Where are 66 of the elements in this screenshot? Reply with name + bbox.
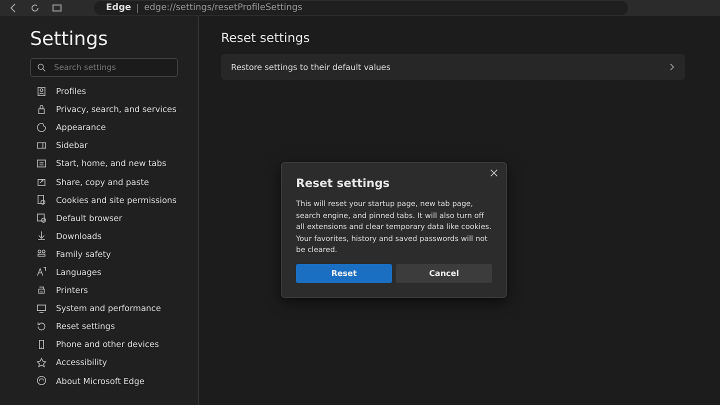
menu-item-icon [36, 212, 47, 224]
menu-item-label: Accessibility [56, 357, 108, 368]
menu-item-icon [36, 266, 47, 278]
menu-item-icon [36, 338, 47, 350]
menu-item-label: Languages [56, 266, 102, 277]
menu-item-label: Start, home, and new tabs [56, 158, 166, 168]
menu-item-label: Default browser [56, 212, 122, 223]
menu-item-icon [36, 375, 47, 386]
sidebar-item[interactable]: Phone and other devices [30, 335, 198, 354]
url-text: edge://settings/resetProfileSettings [144, 3, 302, 13]
site-label: Edge [106, 3, 132, 13]
menu-item-icon [36, 302, 47, 314]
menu-item-icon [36, 320, 47, 332]
menu-item-label: Phone and other devices [56, 339, 159, 350]
menu-item-icon [36, 284, 47, 296]
menu-item-icon [36, 122, 47, 133]
row-label: Restore settings to their default values [231, 62, 390, 72]
menu-item-icon [36, 356, 47, 368]
sidebar-item[interactable]: Profiles [30, 82, 198, 100]
sidebar-title: Settings [30, 28, 109, 50]
sidebar-item[interactable]: Default browser [30, 208, 198, 227]
menu-item-label: Sidebar [56, 140, 88, 150]
sidebar-item[interactable]: System and performance [30, 299, 198, 318]
menu-item-icon [36, 248, 47, 260]
menu-item-icon [36, 194, 47, 206]
sidebar-item[interactable]: Sidebar [30, 136, 198, 154]
sidebar-item[interactable]: Accessibility [30, 353, 198, 372]
refresh-icon[interactable] [30, 3, 40, 13]
menu-item-icon [36, 104, 47, 115]
sidebar-item[interactable]: Cookies and site permissions [30, 190, 198, 209]
menu-item-icon [36, 86, 47, 97]
menu-item-label: Cookies and site permissions [56, 194, 177, 205]
sidebar-item[interactable]: Downloads [30, 226, 198, 245]
menu-item-label: Share, copy and paste [56, 176, 149, 187]
address-bar[interactable]: Edge edge://settings/resetProfileSettings [94, 1, 628, 15]
sidebar-item[interactable]: Family safety [30, 244, 198, 263]
sidebar-item[interactable]: Reset settings [30, 317, 198, 336]
menu-item-icon [36, 158, 47, 169]
menu-item-label: Family safety [56, 248, 111, 259]
menu-item-label: Appearance [56, 122, 106, 132]
menu-item-label: Profiles [56, 86, 86, 96]
sidebar-item[interactable]: Privacy, search, and services [30, 100, 198, 118]
sidebar-item[interactable]: Start, home, and new tabs [30, 154, 198, 172]
menu-item-label: Downloads [56, 230, 102, 241]
chevron-icon [669, 63, 675, 71]
menu-item-icon [36, 176, 47, 188]
menu-item-label: About Microsoft Edge [56, 376, 144, 386]
sidebar-item[interactable]: Languages [30, 262, 198, 282]
reset-button[interactable]: Reset [296, 264, 392, 282]
menu-item-label: Printers [56, 285, 88, 296]
page-title: Reset settings [221, 30, 311, 45]
sidebar-item[interactable]: Share, copy and paste [30, 172, 198, 191]
sidebar-item[interactable]: Printers [30, 281, 198, 300]
menu-item-icon [36, 140, 47, 151]
sidebar-item[interactable]: About Microsoft Edge [30, 372, 198, 390]
cancel-button[interactable]: Cancel [396, 264, 492, 282]
dialog-title: Reset settings [296, 176, 391, 190]
search-field[interactable]: Search settings [30, 58, 178, 77]
menu-item-icon [36, 230, 47, 242]
close-icon[interactable] [490, 169, 498, 177]
back-icon[interactable] [8, 3, 18, 13]
menu-item-label: Privacy, search, and services [56, 104, 176, 114]
menu-item-label: System and performance [56, 303, 161, 314]
settings-row[interactable]: Restore settings to their default values [221, 54, 685, 80]
sidebar-item[interactable]: Appearance [30, 118, 198, 136]
menu-item-label: Reset settings [56, 321, 115, 332]
